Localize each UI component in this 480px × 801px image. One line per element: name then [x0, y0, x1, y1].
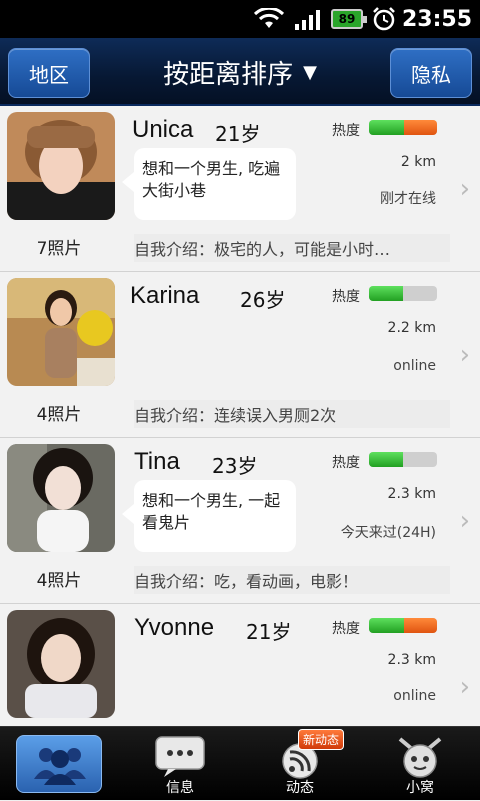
user-avatar[interactable]: [7, 444, 115, 552]
user-row[interactable]: Tina 23岁 想和一个男生, 一起看鬼片 热度 2.3 km 今天来过(24…: [0, 438, 480, 604]
new-feed-badge: 新动态: [298, 729, 345, 750]
heat-label: 热度: [332, 123, 360, 139]
user-name: Karina: [130, 282, 200, 309]
wifi-icon: [253, 8, 285, 28]
people-icon: [34, 748, 86, 785]
home-mascot-icon: [398, 737, 442, 778]
user-row[interactable]: Yvonne 21岁 热度 2.3 km online ›: [0, 604, 480, 726]
heat-label: 热度: [332, 455, 360, 471]
tab-label: 动态: [286, 780, 314, 796]
tab-home[interactable]: 小窝: [360, 727, 480, 801]
message-icon: [155, 736, 205, 777]
distance: 2.3 km: [387, 652, 436, 668]
heat-bar-green: [369, 286, 403, 301]
status-bar: 89 23:55: [0, 0, 480, 38]
self-intro: 自我介绍：极宅的人，可能是小时…: [134, 234, 450, 262]
heat-label: 热度: [332, 621, 360, 637]
nearby-user-list[interactable]: Unica 21岁 想和一个男生, 吃遍大街小巷 热度 2 km 刚才在线 › …: [0, 106, 480, 726]
battery-icon: 89: [331, 9, 367, 29]
tab-label: 信息: [166, 780, 194, 796]
signal-icon: [295, 10, 320, 30]
top-nav-bar: 按距离排序 ▼ 地区 隐私: [0, 38, 480, 106]
heat-bar-green: [369, 618, 405, 633]
heat-bar-green: [369, 452, 403, 467]
clock-time: 23:55: [401, 6, 472, 32]
heat-bar: [369, 286, 437, 301]
user-age: 21岁: [246, 620, 292, 644]
privacy-button[interactable]: 隐私: [390, 48, 472, 98]
user-age: 21岁: [215, 122, 261, 146]
sort-title: 按距离排序: [163, 59, 294, 90]
distance: 2 km: [400, 154, 436, 170]
user-age: 23岁: [212, 454, 258, 478]
heat-bar-orange: [404, 120, 437, 135]
heat-bar-orange: [404, 618, 437, 633]
wish-bubble: 想和一个男生, 一起看鬼片: [122, 480, 296, 552]
online-status: 今天来过(24H): [340, 525, 436, 541]
self-intro: 自我介绍：连续误入男厕2次: [134, 400, 450, 428]
tab-nearby[interactable]: [0, 727, 120, 801]
heat-label: 热度: [332, 289, 360, 305]
self-intro: 自我介绍：吃，看动画，电影！: [134, 566, 450, 594]
photo-count[interactable]: 4照片: [10, 566, 108, 591]
distance: 2.3 km: [387, 486, 436, 502]
user-row[interactable]: Karina 26岁 热度 2.2 km online › 4照片 自我介绍：连…: [0, 272, 480, 438]
photo-count[interactable]: 4照片: [10, 400, 108, 425]
user-name: Unica: [132, 116, 194, 143]
tab-messages[interactable]: 信息: [120, 727, 240, 801]
tab-label: 小窝: [406, 780, 434, 796]
online-status: online: [393, 688, 436, 704]
user-name: Yvonne: [134, 614, 215, 641]
photo-count[interactable]: 7照片: [10, 234, 108, 259]
dropdown-triangle-icon: ▼: [303, 61, 317, 83]
online-status: online: [393, 358, 436, 374]
distance: 2.2 km: [387, 320, 436, 336]
user-avatar[interactable]: [7, 278, 115, 386]
chevron-right-icon: ›: [459, 506, 470, 536]
online-status: 刚才在线: [380, 191, 436, 207]
heat-bar: [369, 120, 437, 135]
chevron-right-icon: ›: [459, 174, 470, 204]
user-name: Tina: [134, 448, 180, 475]
chevron-right-icon: ›: [459, 340, 470, 370]
region-button[interactable]: 地区: [8, 48, 90, 98]
user-avatar[interactable]: [7, 112, 115, 220]
heat-bar-green: [369, 120, 405, 135]
alarm-icon: [373, 7, 395, 31]
chevron-right-icon: ›: [459, 672, 470, 702]
heat-bar: [369, 452, 437, 467]
bottom-tab-bar: 信息 动态 新动态 小窝: [0, 726, 480, 800]
user-avatar[interactable]: [7, 610, 115, 718]
heat-bar: [369, 618, 437, 633]
user-age: 26岁: [240, 288, 286, 312]
user-row[interactable]: Unica 21岁 想和一个男生, 吃遍大街小巷 热度 2 km 刚才在线 › …: [0, 106, 480, 272]
wish-bubble: 想和一个男生, 吃遍大街小巷: [122, 148, 296, 220]
